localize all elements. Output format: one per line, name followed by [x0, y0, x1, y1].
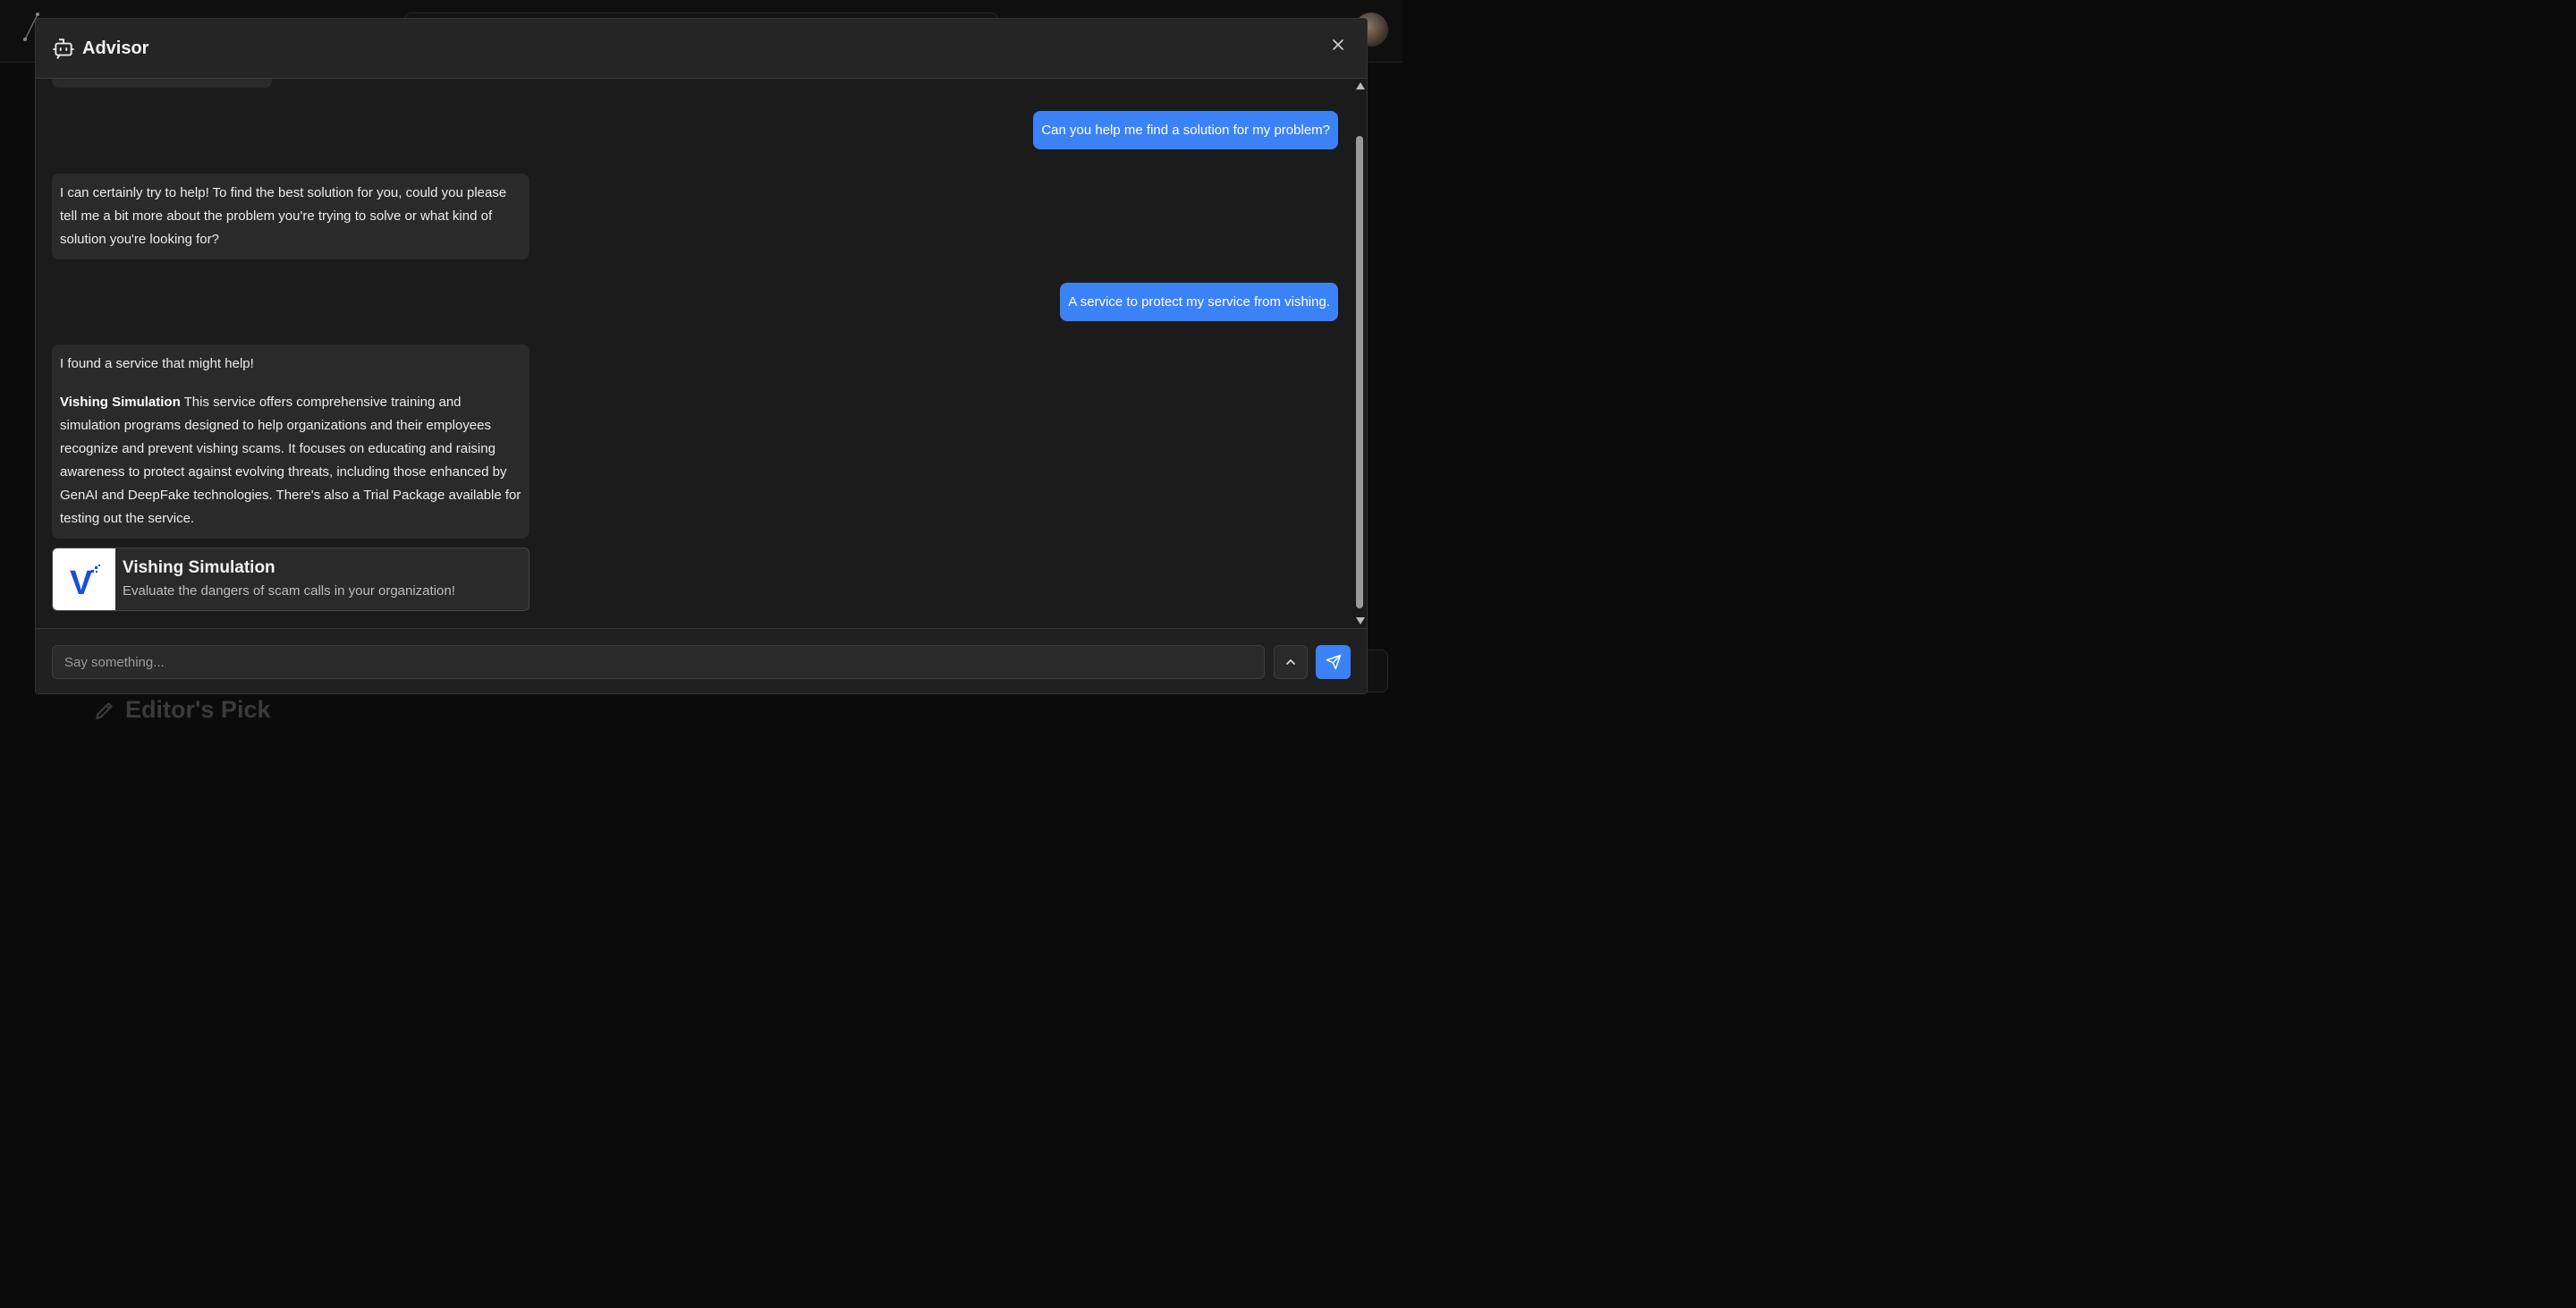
bot-icon	[53, 38, 74, 59]
previous-message-bubble	[52, 79, 272, 88]
expand-button[interactable]	[1274, 645, 1308, 679]
dialog-header: Advisor	[36, 19, 1367, 79]
scroll-down-arrow-icon[interactable]	[1356, 617, 1365, 624]
service-name-bold: Vishing Simulation	[60, 395, 181, 410]
chevron-up-icon	[1286, 659, 1295, 665]
send-button[interactable]	[1316, 645, 1351, 679]
send-icon	[1326, 654, 1341, 670]
pencil-icon	[95, 701, 114, 719]
close-button[interactable]	[1327, 34, 1349, 55]
editors-pick-heading: Editor's Pick	[93, 696, 270, 724]
assistant-message: I can certainly try to help! To find the…	[52, 174, 530, 259]
user-message-text: Can you help me find a solution for my p…	[1041, 123, 1330, 138]
assistant-service-description: Vishing Simulation This service offers c…	[60, 391, 521, 531]
user-message: Can you help me find a solution for my p…	[1033, 111, 1338, 149]
user-message: A service to protect my service from vis…	[1060, 283, 1338, 321]
dialog-title: Advisor	[82, 38, 149, 58]
svg-text:V: V	[70, 565, 93, 598]
service-card-subtitle: Evaluate the dangers of scam calls in yo…	[123, 583, 455, 599]
service-description-text: This service offers comprehensive traini…	[60, 395, 521, 526]
scroll-up-arrow-icon[interactable]	[1356, 82, 1365, 89]
chat-messages[interactable]: Can you help me find a solution for my p…	[36, 79, 1367, 628]
service-logo: V	[53, 548, 115, 610]
assistant-message-text: I can certainly try to help! To find the…	[60, 185, 507, 247]
close-icon	[1333, 39, 1343, 50]
input-bar	[36, 628, 1367, 693]
assistant-message: I found a service that might help! Vishi…	[52, 344, 530, 539]
chat-input[interactable]	[52, 645, 1265, 679]
editors-pick-label: Editor's Pick	[125, 696, 271, 723]
vishing-logo-icon: V	[70, 564, 100, 598]
advisor-dialog: Advisor Can you help me find a solution …	[35, 18, 1368, 694]
scroll-thumb[interactable]	[1356, 136, 1363, 608]
service-card-title: Vishing Simulation	[123, 558, 275, 577]
user-message-text: A service to protect my service from vis…	[1068, 294, 1330, 310]
service-card[interactable]: V Vishing Simulation Evaluate the danger…	[52, 548, 530, 611]
assistant-intro-text: I found a service that might help!	[60, 356, 254, 371]
chat-scrollbar[interactable]	[1352, 79, 1367, 628]
